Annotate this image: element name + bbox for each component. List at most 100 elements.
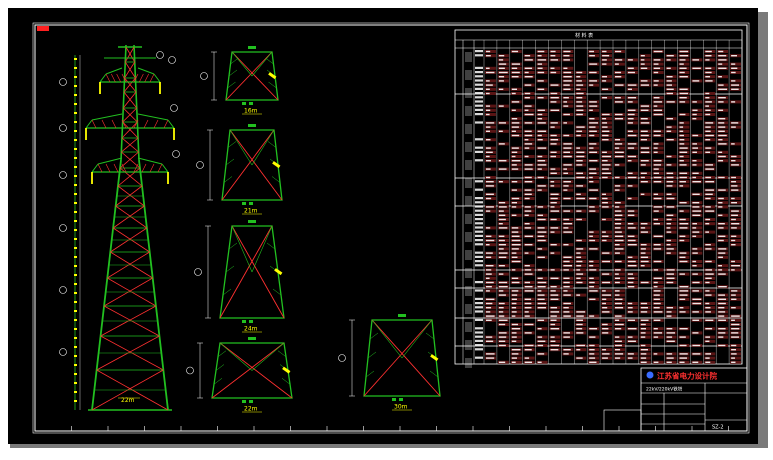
table-cell-text <box>666 59 671 61</box>
table-cell-text <box>563 84 570 86</box>
table-cell-text <box>563 286 570 288</box>
table-cell-text <box>627 286 635 288</box>
table-cell-text <box>524 281 531 284</box>
table-cell-text <box>524 227 532 229</box>
panel-base-marker <box>249 320 253 323</box>
table-cell-text <box>640 160 649 162</box>
table-cell-text <box>615 315 622 317</box>
table-cell-text <box>666 361 672 363</box>
table-cell-text <box>589 315 595 317</box>
table-cell-text <box>731 344 737 347</box>
table-cell-text <box>576 269 581 271</box>
table-cell-text <box>524 311 529 313</box>
table-cell-text <box>550 294 559 296</box>
table-cell-text <box>589 134 595 137</box>
table-cell-text <box>486 239 495 242</box>
table-cell-text <box>550 168 556 170</box>
table-cell-text <box>705 244 711 246</box>
table-cell-text <box>602 50 607 53</box>
cad-canvas[interactable]: 22m 16m 21m 24m 22m 30m 材 料 表 江苏省电力设计院 22kV/… <box>0 0 773 456</box>
table-cell-text <box>550 218 557 221</box>
table-cell-text <box>563 353 569 355</box>
table-cell-text <box>705 76 711 78</box>
table-cell-text <box>615 307 624 309</box>
table-cell-text <box>537 130 547 132</box>
table-cell-text <box>718 206 723 208</box>
table-cell-text <box>498 218 506 221</box>
table-cell-text <box>679 256 686 258</box>
table-cell-text <box>653 59 661 61</box>
table-cell-text <box>615 202 621 204</box>
table-cell-text <box>666 252 671 254</box>
panel-label: 22m <box>244 406 258 413</box>
table-cell-text <box>666 328 673 330</box>
table-cell-text <box>705 189 714 191</box>
table-cell-text <box>692 164 697 166</box>
table-cell-text <box>718 239 724 242</box>
table-cell-text <box>537 235 545 237</box>
table-cell-text <box>475 197 483 200</box>
table-cell-text <box>602 290 606 292</box>
table-cell-text <box>498 336 507 338</box>
table-cell-text <box>640 260 649 263</box>
panel-base-marker <box>399 398 403 401</box>
table-cell-text <box>731 88 739 90</box>
table-cell-text <box>563 290 568 292</box>
table-cell-text <box>602 55 610 57</box>
table-cell-text <box>653 298 660 300</box>
table-cell-text <box>666 273 674 275</box>
panel-base-marker <box>249 102 253 105</box>
table-cell-text <box>563 223 573 225</box>
table-cell-text <box>640 105 649 107</box>
table-cell-text <box>679 239 685 242</box>
table-cell-text <box>589 101 597 103</box>
table-cell-text <box>524 269 532 271</box>
table-cell-text <box>537 185 546 187</box>
table-cell-text <box>576 281 583 284</box>
table-cell-text <box>602 59 607 61</box>
table-cell-text <box>640 349 648 351</box>
table-cell-text <box>627 134 637 137</box>
table-cell-text <box>705 193 713 195</box>
table-row-label <box>465 340 472 350</box>
table-cell-text <box>602 332 609 334</box>
table-cell-text <box>537 122 546 124</box>
table-cell-text <box>602 231 606 233</box>
table-cell-text <box>615 76 622 78</box>
dimension-tick <box>74 256 77 258</box>
table-cell-text <box>576 151 585 153</box>
dimension-tick <box>74 76 77 78</box>
table-cell-text <box>537 218 546 221</box>
table-cell-text <box>718 126 726 128</box>
table-cell-text <box>486 340 494 342</box>
table-cell-text <box>692 109 698 111</box>
table-cell-text <box>718 235 726 237</box>
table-cell-text <box>563 315 571 317</box>
table-cell-text <box>679 71 685 74</box>
table-cell-text <box>537 302 547 305</box>
table-cell-text <box>486 151 493 153</box>
table-cell-text <box>576 357 583 359</box>
table-cell-text <box>486 269 492 271</box>
table-cell-text <box>511 50 519 53</box>
table-cell-text <box>475 348 483 351</box>
table-cell-text <box>627 265 637 267</box>
table-cell-text <box>576 265 582 267</box>
table-cell-text <box>524 84 532 86</box>
table-cell-text <box>640 118 648 120</box>
table-cell-text <box>615 164 620 166</box>
table-cell-text <box>589 105 598 107</box>
table-cell-text <box>498 63 507 65</box>
table-cell-text <box>705 67 712 69</box>
table-cell-text <box>511 189 517 191</box>
table-cell-text <box>475 264 483 267</box>
table-cell-text <box>576 319 583 321</box>
table-cell-text <box>550 71 557 74</box>
table-cell-text <box>602 307 608 309</box>
table-cell-text <box>679 202 687 204</box>
table-cell-text <box>627 328 637 330</box>
table-cell-text <box>524 59 533 61</box>
table-cell-text <box>705 55 712 57</box>
table-cell-text <box>640 231 648 233</box>
table-cell-text <box>602 239 607 242</box>
